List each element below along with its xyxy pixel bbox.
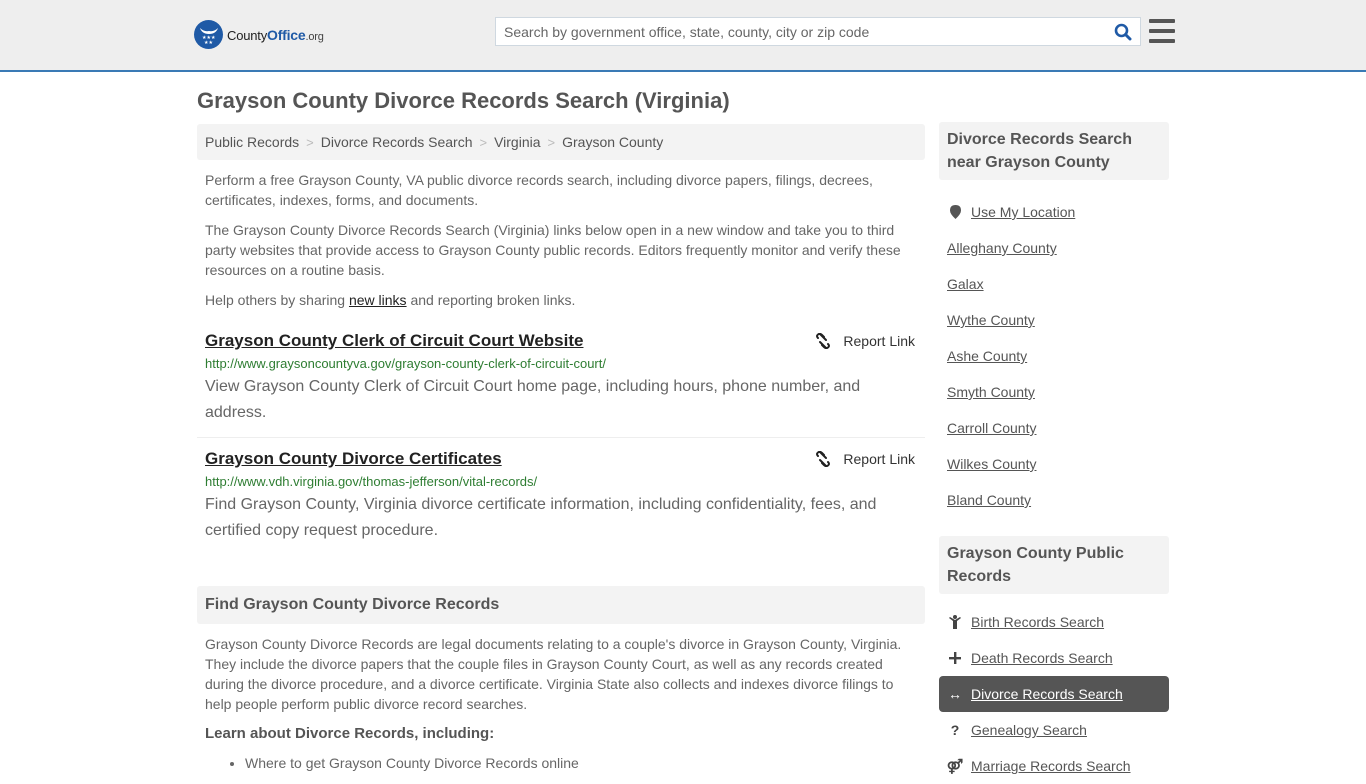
use-my-location[interactable]: Use My Location xyxy=(939,194,1169,230)
resource-link-title[interactable]: Grayson County Clerk of Circuit Court We… xyxy=(205,330,583,352)
breadcrumb: Public Records > Divorce Records Search … xyxy=(197,124,925,160)
resource-link-title[interactable]: Grayson County Divorce Certificates xyxy=(205,448,502,470)
breadcrumb-public-records[interactable]: Public Records xyxy=(205,134,299,150)
breadcrumb-grayson-county[interactable]: Grayson County xyxy=(562,134,663,150)
double-arrow-icon: ↔ xyxy=(948,686,962,702)
breadcrumb-divorce-records-search[interactable]: Divorce Records Search xyxy=(321,134,473,150)
logo-text: CountyOffice.org xyxy=(227,26,324,43)
share-paragraph: Help others by sharing new links and rep… xyxy=(205,292,576,308)
nearby-link-alleghany[interactable]: Alleghany County xyxy=(947,240,1057,256)
broken-link-icon xyxy=(816,333,831,349)
sidebar-item-divorce-records[interactable]: ↔ Divorce Records Search xyxy=(939,676,1169,712)
main-content: Public Records > Divorce Records Search … xyxy=(197,124,925,773)
search-input[interactable] xyxy=(496,18,1106,45)
plus-icon xyxy=(947,652,963,664)
nearby-link-wythe[interactable]: Wythe County xyxy=(947,312,1035,328)
nearby-item[interactable]: Wilkes County xyxy=(939,446,1169,482)
intro-paragraph: Perform a free Grayson County, VA public… xyxy=(205,172,873,208)
page-title: Grayson County Divorce Records Search (V… xyxy=(197,88,730,113)
nearby-link-galax[interactable]: Galax xyxy=(947,276,984,292)
child-icon xyxy=(947,615,963,629)
resource-url[interactable]: http://www.graysoncountyva.gov/grayson-c… xyxy=(205,355,917,373)
nearby-item[interactable]: Carroll County xyxy=(939,410,1169,446)
logo-eagle-icon: ★★★ ★★ xyxy=(194,20,223,49)
resource-link-item: Grayson County Clerk of Circuit Court We… xyxy=(197,330,925,438)
nearby-item[interactable]: Wythe County xyxy=(939,302,1169,338)
map-pin-icon xyxy=(947,205,963,219)
report-link-button[interactable]: Report Link xyxy=(815,448,915,470)
question-icon: ? xyxy=(950,722,960,738)
sidebar-item-death-records[interactable]: Death Records Search xyxy=(939,640,1169,676)
find-records-heading: Find Grayson County Divorce Records xyxy=(197,586,925,624)
new-links-link[interactable]: new links xyxy=(349,292,407,308)
sidebar-nearby-heading: Divorce Records Search near Grayson Coun… xyxy=(939,122,1169,180)
sidebar-nearby: Divorce Records Search near Grayson Coun… xyxy=(939,122,1169,518)
sidebar-item-genealogy[interactable]: ? Genealogy Search xyxy=(939,712,1169,748)
breadcrumb-virginia[interactable]: Virginia xyxy=(494,134,540,150)
sidebar-public-records: Grayson County Public Records Birth Reco… xyxy=(939,536,1169,784)
site-header: ★★★ ★★ CountyOffice.org xyxy=(0,0,1366,72)
search-box xyxy=(495,17,1141,46)
nearby-link-ashe[interactable]: Ashe County xyxy=(947,348,1027,364)
learn-list-item: Where to get Grayson County Divorce Reco… xyxy=(245,753,925,773)
nearby-link-bland[interactable]: Bland County xyxy=(947,492,1031,508)
resource-link-item: Grayson County Divorce Certificates Repo… xyxy=(197,448,925,544)
nearby-item[interactable]: Alleghany County xyxy=(939,230,1169,266)
breadcrumb-separator: > xyxy=(547,134,556,150)
report-link-button[interactable]: Report Link xyxy=(815,330,915,352)
resource-description: Find Grayson County, Virginia divorce ce… xyxy=(205,496,877,539)
public-records-list: Birth Records Search Death Records Searc… xyxy=(939,604,1169,784)
nearby-list: Use My Location Alleghany County Galax W… xyxy=(939,194,1169,518)
resource-url[interactable]: http://www.vdh.virginia.gov/thomas-jeffe… xyxy=(205,473,917,491)
sidebar-item-birth-records[interactable]: Birth Records Search xyxy=(939,604,1169,640)
hamburger-menu-icon[interactable] xyxy=(1149,19,1175,43)
use-my-location-link[interactable]: Use My Location xyxy=(971,204,1075,220)
learn-heading: Learn about Divorce Records, including: xyxy=(205,725,495,742)
nearby-item[interactable]: Bland County xyxy=(939,482,1169,518)
nearby-link-wilkes[interactable]: Wilkes County xyxy=(947,456,1036,472)
broken-link-icon xyxy=(816,451,831,467)
search-icon xyxy=(1114,23,1132,40)
learn-list: Where to get Grayson County Divorce Reco… xyxy=(197,753,925,773)
disclaimer-paragraph: The Grayson County Divorce Records Searc… xyxy=(205,222,901,278)
site-logo[interactable]: ★★★ ★★ CountyOffice.org xyxy=(194,20,324,49)
nearby-item[interactable]: Ashe County xyxy=(939,338,1169,374)
breadcrumb-separator: > xyxy=(306,134,314,150)
sidebar-item-marriage-records[interactable]: ⚤ Marriage Records Search xyxy=(939,748,1169,784)
marriage-icon: ⚤ xyxy=(946,757,964,774)
nearby-link-carroll[interactable]: Carroll County xyxy=(947,420,1036,436)
search-button[interactable] xyxy=(1106,18,1140,45)
find-records-paragraph: Grayson County Divorce Records are legal… xyxy=(205,636,902,712)
nearby-link-smyth[interactable]: Smyth County xyxy=(947,384,1035,400)
breadcrumb-separator: > xyxy=(479,134,488,150)
nearby-item[interactable]: Galax xyxy=(939,266,1169,302)
sidebar-public-heading: Grayson County Public Records xyxy=(939,536,1169,594)
resource-description: View Grayson County Clerk of Circuit Cou… xyxy=(205,378,861,421)
nearby-item[interactable]: Smyth County xyxy=(939,374,1169,410)
svg-text:★★: ★★ xyxy=(204,40,213,45)
